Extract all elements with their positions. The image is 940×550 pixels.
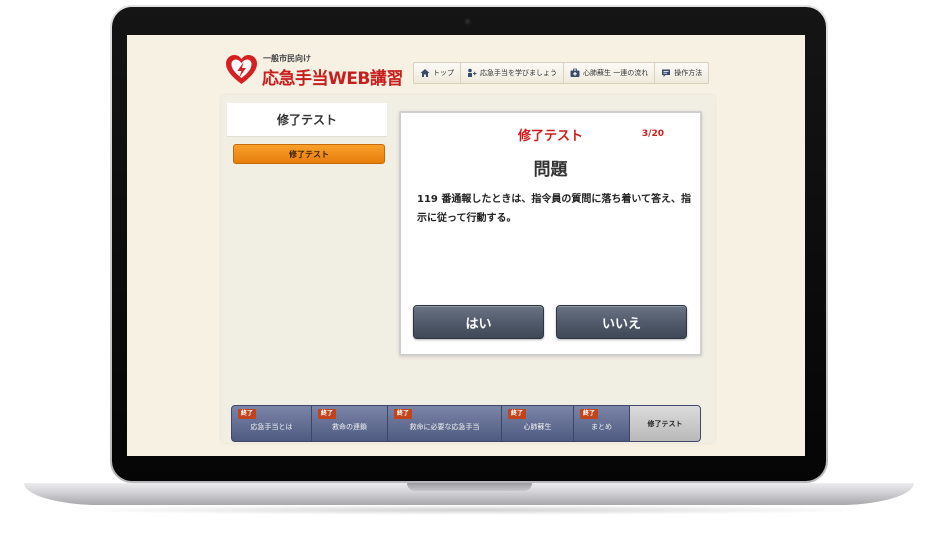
laptop-mockup: 一般市民向け 応急手当WEB講習 トップ 応急手当を学びましょう 心肺蘇生 一連… — [0, 0, 940, 550]
chapter-tabs: 終了 応急手当とは 終了 救命の連鎖 終了 救命に必要な応急手当 終了 心肺蘇生… — [231, 405, 701, 442]
nav-item-learn[interactable]: 応急手当を学びましょう — [461, 63, 564, 83]
sidebar-title: 修了テスト — [227, 103, 387, 137]
sidebar: 修了テスト 修了テスト — [227, 103, 387, 413]
nav-item-top[interactable]: トップ — [414, 63, 461, 83]
tab-final-test[interactable]: 修了テスト — [630, 406, 700, 441]
laptop-notch — [407, 483, 532, 491]
home-icon — [420, 69, 430, 77]
question-counter: 3/20 — [641, 129, 664, 139]
tab-summary[interactable]: 終了 まとめ — [574, 406, 630, 441]
camera-icon — [464, 18, 471, 25]
tab-label: 応急手当とは — [250, 422, 293, 431]
laptop-shadow — [60, 505, 880, 515]
nav-label: 心肺蘇生 一連の流れ — [583, 69, 649, 77]
question-heading: 問題 — [533, 160, 568, 180]
speech-bubble-icon — [662, 69, 671, 77]
completed-badge: 終了 — [318, 409, 337, 419]
nav-label: 操作方法 — [674, 69, 703, 77]
site-logo[interactable]: 一般市民向け 応急手当WEB講習 — [225, 52, 403, 89]
tab-chain-of-survival[interactable]: 終了 救命の連鎖 — [312, 406, 388, 441]
learn-icon — [468, 68, 477, 77]
tab-label: まとめ — [591, 422, 612, 431]
tab-label: 修了テスト — [647, 419, 683, 428]
screen: 一般市民向け 応急手当WEB講習 トップ 応急手当を学びましょう 心肺蘇生 一連… — [127, 35, 805, 456]
quiz-card: 修了テスト 3/20 問題 119 番通報したときは、指令員の質問に落ち着いて答… — [399, 111, 702, 356]
yes-button[interactable]: はい — [413, 305, 544, 339]
question-text: 119 番通報したときは、指令員の質問に落ち着いて答え、指示に従って行動する。 — [417, 194, 692, 224]
tab-label: 心肺蘇生 — [523, 422, 552, 431]
no-button[interactable]: いいえ — [556, 305, 687, 339]
completed-badge: 終了 — [238, 409, 257, 419]
completed-badge: 終了 — [508, 409, 527, 419]
nav-item-help[interactable]: 操作方法 — [655, 63, 708, 83]
tab-label: 救命の連鎖 — [332, 422, 367, 431]
tab-first-aid-intro[interactable]: 終了 応急手当とは — [232, 406, 312, 441]
nav-label: トップ — [433, 69, 454, 77]
top-nav: トップ 応急手当を学びましょう 心肺蘇生 一連の流れ 操作方法 — [413, 62, 710, 84]
first-aid-kit-icon — [570, 68, 580, 77]
tab-cpr[interactable]: 終了 心肺蘇生 — [502, 406, 574, 441]
sidebar-item-final-test[interactable]: 修了テスト — [233, 144, 385, 164]
heart-logo-icon — [226, 55, 257, 84]
tab-label: 救命に必要な応急手当 — [409, 422, 480, 431]
tab-essential-first-aid[interactable]: 終了 救命に必要な応急手当 — [388, 406, 502, 441]
nav-item-cpr-flow[interactable]: 心肺蘇生 一連の流れ — [564, 63, 656, 83]
logo-subtitle: 一般市民向け — [263, 54, 311, 63]
completed-badge: 終了 — [580, 409, 599, 419]
completed-badge: 終了 — [394, 409, 413, 419]
logo-title: 応急手当WEB講習 — [262, 69, 403, 89]
nav-label: 応急手当を学びましょう — [480, 69, 557, 77]
